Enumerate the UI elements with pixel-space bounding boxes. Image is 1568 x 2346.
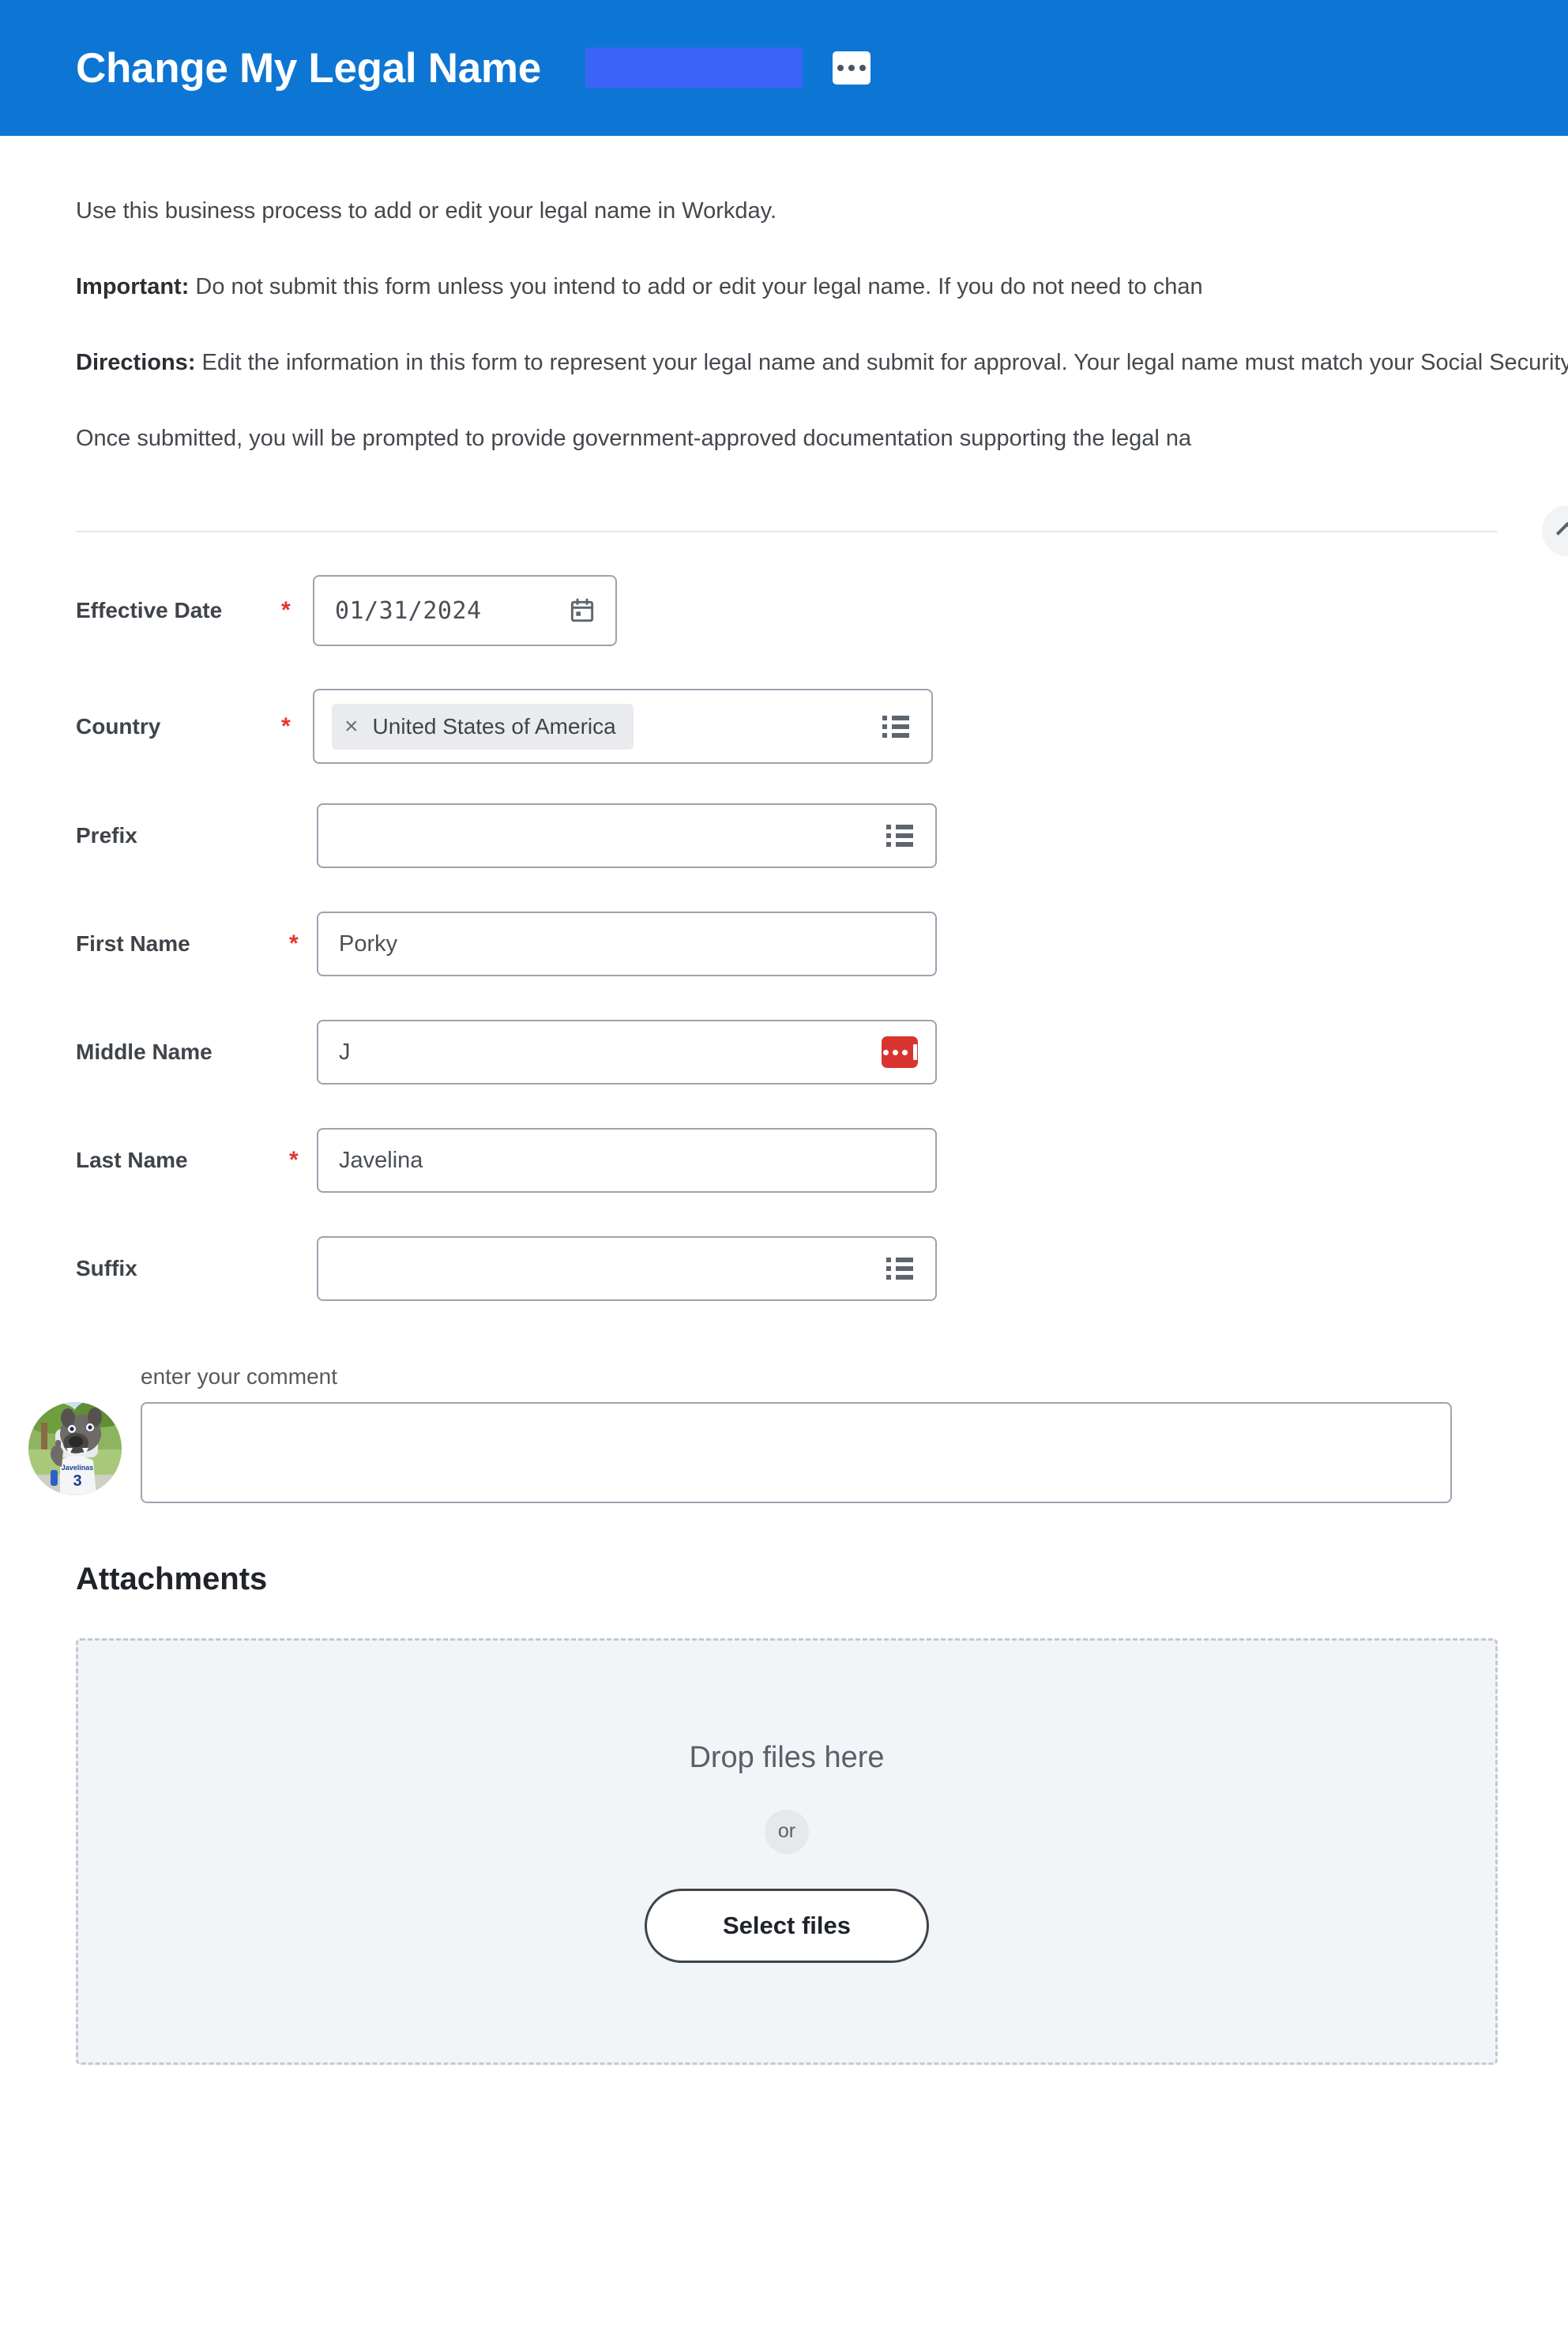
- page-title: Change My Legal Name: [76, 44, 541, 92]
- comment-column: enter your comment: [141, 1364, 1452, 1504]
- intro-directions-line: Directions: Edit the information in this…: [76, 346, 1568, 379]
- more-actions-button[interactable]: [832, 51, 870, 85]
- field-row-last-name: Last Name * Javelina: [76, 1128, 1568, 1194]
- prompt-list-icon[interactable]: [886, 1258, 913, 1280]
- prompt-list-icon[interactable]: [886, 825, 913, 848]
- country-required-marker: *: [281, 712, 291, 739]
- suffix-input[interactable]: [317, 1236, 937, 1302]
- middle-name-value: J: [339, 1039, 351, 1065]
- calendar-icon[interactable]: [570, 597, 595, 624]
- field-row-prefix: Prefix: [76, 803, 1568, 869]
- intro-text-block: Use this business process to add or edit…: [0, 194, 1568, 455]
- field-row-suffix: Suffix: [76, 1236, 1568, 1302]
- last-name-input[interactable]: Javelina: [317, 1128, 937, 1194]
- important-text: Do not submit this form unless you inten…: [189, 274, 1203, 300]
- first-name-label: First Name: [76, 931, 190, 957]
- header-redacted-block: [585, 47, 803, 88]
- section-divider: [76, 498, 1568, 557]
- close-icon[interactable]: ×: [344, 714, 359, 739]
- field-row-middle-name: Middle Name J: [76, 1020, 1568, 1085]
- prefix-label: Prefix: [76, 823, 137, 848]
- first-name-required-marker: *: [289, 931, 299, 957]
- intro-line-4: Once submitted, you will be prompted to …: [76, 426, 1192, 452]
- suffix-label: Suffix: [76, 1256, 137, 1281]
- comment-label: enter your comment: [141, 1364, 337, 1389]
- comment-section: 3 Javelinas enter your comment: [0, 1364, 1568, 1504]
- prompt-list-icon[interactable]: [882, 715, 909, 738]
- intro-important-line: Important: Do not submit this form unles…: [76, 270, 1568, 303]
- select-files-button[interactable]: Select files: [645, 1888, 929, 1963]
- avatar-image: 3 Javelinas: [28, 1402, 122, 1496]
- first-name-input[interactable]: Porky: [317, 912, 937, 977]
- more-dot-1: [837, 65, 844, 71]
- svg-text:3: 3: [73, 1472, 81, 1490]
- svg-text:Javelinas: Javelinas: [62, 1464, 94, 1472]
- chevron-up-glyph: [1555, 522, 1568, 545]
- middle-name-label: Middle Name: [76, 1040, 212, 1065]
- page-header: Change My Legal Name: [0, 0, 1568, 136]
- middle-name-input[interactable]: J: [317, 1020, 937, 1085]
- country-input[interactable]: × United States of America: [313, 689, 933, 765]
- drop-or-separator: or: [765, 1809, 809, 1854]
- directions-label: Directions:: [76, 350, 196, 376]
- drop-files-text: Drop files here: [689, 1740, 885, 1774]
- last-name-required-marker: *: [289, 1147, 299, 1174]
- directions-text: Edit the information in this form to rep…: [195, 350, 1568, 376]
- effective-date-input[interactable]: 01/31/2024: [313, 575, 617, 647]
- more-dot-2: [848, 65, 855, 71]
- file-dropzone[interactable]: Drop files here or Select files: [76, 1638, 1498, 2066]
- chevron-up-icon[interactable]: [1542, 506, 1568, 557]
- effective-date-required-marker: *: [281, 597, 291, 624]
- field-row-effective-date: Effective Date * 01/31/2024: [76, 575, 1568, 647]
- divider-line: [76, 531, 1498, 533]
- country-value: United States of America: [372, 713, 616, 739]
- masked-value-icon[interactable]: [882, 1036, 918, 1069]
- attachments-heading: Attachments: [76, 1562, 268, 1597]
- effective-date-value: 01/31/2024: [335, 596, 482, 625]
- effective-date-label: Effective Date: [76, 598, 223, 623]
- country-selected-pill: × United States of America: [332, 703, 634, 750]
- field-row-country: Country * × United States of America: [76, 689, 1568, 765]
- country-label: Country: [76, 713, 161, 739]
- last-name-value: Javelina: [339, 1147, 423, 1173]
- intro-line-1: Use this business process to add or edit…: [76, 198, 777, 224]
- comment-input[interactable]: [141, 1402, 1452, 1504]
- more-dot-3: [859, 65, 866, 71]
- prefix-input[interactable]: [317, 803, 937, 869]
- legal-name-form: Effective Date * 01/31/2024 Country * × …: [0, 575, 1568, 1302]
- field-row-first-name: First Name * Porky: [76, 912, 1568, 977]
- avatar: 3 Javelinas: [28, 1402, 122, 1496]
- first-name-value: Porky: [339, 931, 398, 957]
- important-label: Important:: [76, 274, 190, 300]
- last-name-label: Last Name: [76, 1148, 188, 1173]
